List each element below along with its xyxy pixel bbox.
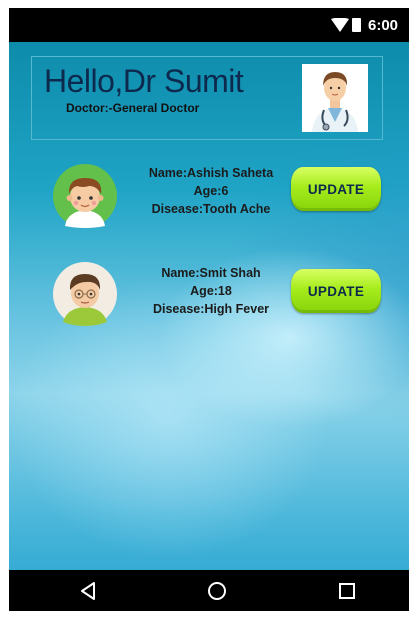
update-button[interactable]: UPDATE [291,167,381,211]
home-icon[interactable] [204,578,230,604]
patient-age: Age:18 [190,284,232,298]
wifi-icon [331,18,349,32]
patient-details: Name:Smit Shah Age:18 Disease:High Fever [127,264,295,318]
back-icon[interactable] [75,578,101,604]
patient-name: Name:Ashish Saheta [148,166,274,180]
app-screen: 6:00 Hello,Dr Sumit Doctor:-General Doct… [9,8,409,611]
clock: 6:00 [368,17,399,34]
patient-age: Age:6 [193,184,229,198]
recents-icon[interactable] [334,578,360,604]
greeting-title: Hello,Dr Sumit [44,63,244,99]
status-bar: 6:00 [9,8,409,42]
battery-icon [352,18,361,32]
patient-disease: Disease:High Fever [152,302,270,316]
update-button[interactable]: UPDATE [291,269,381,313]
navigation-bar [9,570,409,611]
doctor-specialty: Doctor:-General Doctor [66,101,200,115]
patient-disease: Disease:Tooth Ache [151,202,271,216]
boy-avatar-icon [53,164,117,228]
patient-name: Name:Smit Shah [161,266,261,280]
patient-card: Name:Smit Shah Age:18 Disease:High Fever… [9,260,409,330]
doctor-with-stethoscope-icon [302,64,368,132]
patient-card: Name:Ashish Saheta Age:6 Disease:Tooth A… [9,160,409,230]
device-frame: 6:00 Hello,Dr Sumit Doctor:-General Doct… [9,8,409,611]
doctor-header: Hello,Dr Sumit Doctor:-General Doctor [31,56,383,140]
young-man-avatar-icon [53,262,117,326]
patient-details: Name:Ashish Saheta Age:6 Disease:Tooth A… [127,164,295,218]
